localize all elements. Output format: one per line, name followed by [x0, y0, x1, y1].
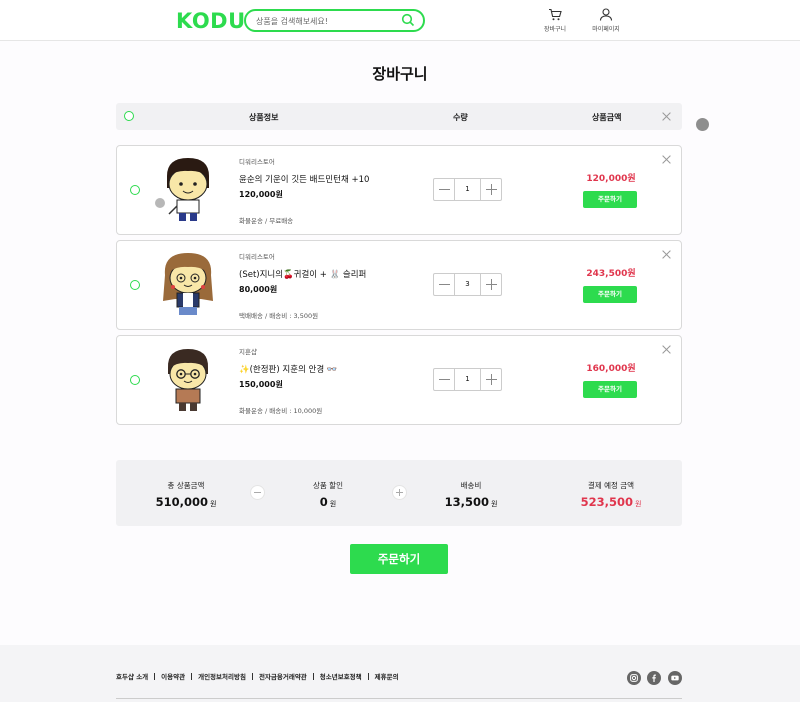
divider: [251, 673, 253, 680]
decrease-button[interactable]: [434, 274, 455, 295]
header-product-info: 상품정보: [249, 113, 279, 122]
order-button[interactable]: 주문하기: [583, 286, 637, 303]
footer-link-youth-policy[interactable]: 청소년보호정책: [320, 673, 362, 681]
scroll-indicator[interactable]: [696, 118, 709, 131]
cart-label: 장바구니: [543, 26, 567, 33]
total-value: 510,000: [155, 495, 208, 509]
product-name[interactable]: 윤순의 기운이 깃든 배드민턴채 +10: [239, 173, 369, 185]
order-all-button[interactable]: 주문하기: [350, 544, 448, 574]
order-summary: 총 상품금액 510,000 원 상품 할인 0원 배송비 13,500 원 결제 …: [116, 460, 682, 526]
remove-item-icon[interactable]: [662, 250, 671, 259]
shipping-label: 배송비: [460, 481, 482, 490]
remove-item-icon[interactable]: [662, 345, 671, 354]
footer-link-terms[interactable]: 이용약관: [161, 673, 185, 681]
cart-button[interactable]: 장바구니: [535, 8, 575, 33]
total-label: 총 상품금액: [167, 481, 205, 490]
quantity-value[interactable]: 1: [455, 369, 480, 390]
seller-name: 디워리스토어: [239, 158, 275, 166]
quantity-value[interactable]: 1: [455, 179, 480, 200]
decrease-button[interactable]: [434, 369, 455, 390]
currency-unit: 원: [209, 500, 217, 508]
item-total: 160,000원: [586, 364, 636, 374]
footer-link-partnership[interactable]: 제휴문의: [375, 673, 399, 681]
decrease-button[interactable]: [434, 179, 455, 200]
remove-item-icon[interactable]: [662, 155, 671, 164]
cart-item: 디워리스토어 (Set)지니의🍒귀걸이 + 🐰 슬리퍼 80,000원 택배배송…: [116, 240, 682, 330]
divider: [154, 673, 156, 680]
footer-link-privacy[interactable]: 개인정보처리방침: [198, 673, 246, 681]
order-button[interactable]: 주문하기: [583, 381, 637, 398]
seller-name: 지훈샵: [239, 348, 257, 356]
product-image: [167, 349, 209, 411]
shipping-info: 화물운송 / 배송비 : 10,000원: [239, 407, 323, 415]
header-quantity: 수량: [453, 113, 468, 122]
product-image: [155, 158, 209, 221]
product-image: [163, 253, 213, 315]
quantity-stepper: 1: [433, 368, 502, 391]
footer-link-finance-terms[interactable]: 전자금융거래약관: [259, 673, 307, 681]
site-footer: 호두샵 소개 이용약관 개인정보처리방침 전자금융거래약관 청소년보호정책 제휴문의: [0, 645, 800, 702]
cart-item: 디워리스토어 윤순의 기운이 깃든 배드민턴채 +10 120,000원 화물운…: [116, 145, 682, 235]
shipping-info: 화물운송 / 무료배송: [239, 217, 294, 225]
youtube-icon[interactable]: [668, 671, 682, 685]
close-icon[interactable]: [662, 112, 671, 121]
facebook-icon[interactable]: [647, 671, 661, 685]
plus-icon: [392, 485, 407, 500]
search-bar[interactable]: [244, 9, 425, 32]
discount-value: 0: [319, 495, 328, 509]
cart-item: 지훈샵 ✨(한정판) 지훈의 안경 👓 150,000원 화물운송 / 배송비 …: [116, 335, 682, 425]
summary-discount: 상품 할인 0원: [288, 480, 368, 509]
quantity-stepper: 3: [433, 273, 502, 296]
final-label: 결제 예정 금액: [587, 481, 635, 490]
kodu-logo[interactable]: KODU: [176, 9, 246, 33]
cart-icon: [549, 8, 562, 21]
page-title: 장바구니: [372, 65, 428, 83]
item-select-radio[interactable]: [130, 185, 140, 195]
final-value: 523,500: [580, 495, 633, 509]
search-icon[interactable]: [401, 13, 415, 27]
product-name[interactable]: (Set)지니의🍒귀걸이 + 🐰 슬리퍼: [239, 268, 366, 280]
product-price: 150,000원: [239, 380, 283, 389]
search-input[interactable]: [256, 14, 401, 28]
minus-icon: [250, 485, 265, 500]
increase-button[interactable]: [480, 369, 501, 390]
currency-unit: 원: [329, 500, 337, 508]
item-select-radio[interactable]: [130, 375, 140, 385]
header-product-price: 상품금액: [592, 113, 622, 122]
product-name[interactable]: ✨(한정판) 지훈의 안경 👓: [239, 363, 337, 375]
currency-unit: 원: [490, 500, 498, 508]
item-total: 120,000원: [586, 174, 636, 184]
order-button[interactable]: 주문하기: [583, 191, 637, 208]
product-price: 80,000원: [239, 285, 278, 294]
select-all-radio[interactable]: [124, 111, 134, 121]
item-select-radio[interactable]: [130, 280, 140, 290]
mypage-label: 마이페이지: [592, 26, 620, 33]
user-icon: [599, 8, 613, 21]
shipping-info: 택배배송 / 배송비 : 3,500원: [239, 312, 319, 320]
discount-label: 상품 할인: [313, 481, 343, 490]
divider: [312, 673, 314, 680]
currency-unit: 원: [634, 500, 642, 508]
cart-table-header: 상품정보 수량 상품금액: [116, 103, 682, 130]
divider: [367, 673, 369, 680]
item-total: 243,500원: [586, 269, 636, 279]
summary-shipping: 배송비 13,500 원: [431, 480, 511, 509]
product-price: 120,000원: [239, 190, 283, 199]
footer-divider: [116, 698, 682, 699]
summary-final: 결제 예정 금액 523,500 원: [569, 480, 653, 509]
seller-name: 디워리스토어: [239, 253, 275, 261]
divider: [191, 673, 193, 680]
quantity-stepper: 1: [433, 178, 502, 201]
site-header: KODU 장바구니 마이페이지: [0, 0, 800, 41]
footer-links: 호두샵 소개 이용약관 개인정보처리방침 전자금융거래약관 청소년보호정책 제휴문의: [116, 671, 399, 681]
shipping-value: 13,500: [444, 495, 489, 509]
quantity-value[interactable]: 3: [455, 274, 480, 295]
summary-total: 총 상품금액 510,000 원: [146, 480, 226, 509]
increase-button[interactable]: [480, 179, 501, 200]
mypage-button[interactable]: 마이페이지: [586, 8, 626, 33]
increase-button[interactable]: [480, 274, 501, 295]
instagram-icon[interactable]: [627, 671, 641, 685]
footer-link-about[interactable]: 호두샵 소개: [116, 673, 148, 681]
